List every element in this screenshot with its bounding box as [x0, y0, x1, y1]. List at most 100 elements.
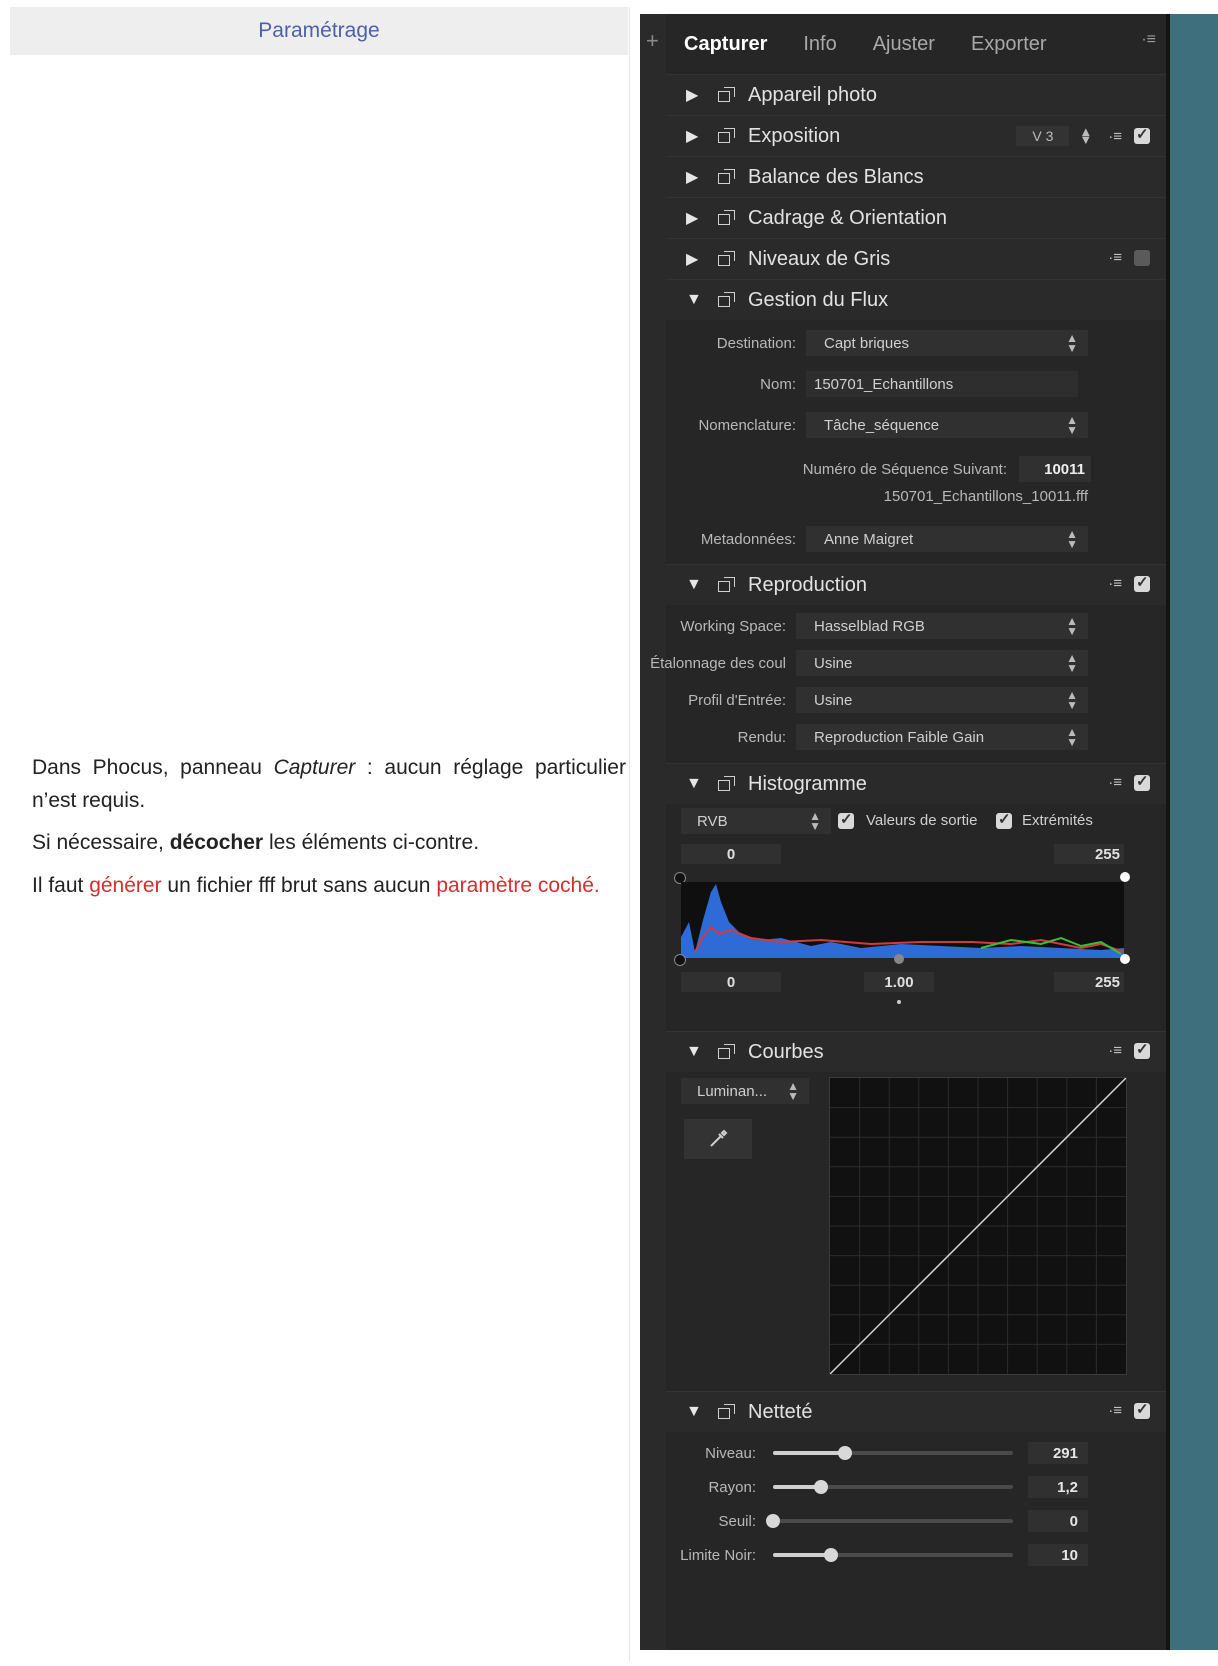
- limite-noir-slider[interactable]: [773, 1548, 1013, 1562]
- rayon-value-field[interactable]: 1,2: [1028, 1476, 1088, 1498]
- gamma-handle[interactable]: [894, 954, 904, 964]
- enable-checkbox[interactable]: [1134, 772, 1150, 791]
- tab-exporter[interactable]: Exporter: [953, 25, 1065, 64]
- section-header[interactable]: ▶ Niveaux de Gris ·≡: [666, 238, 1166, 279]
- section-header[interactable]: ▶ Balance des Blancs: [666, 156, 1166, 197]
- curve-channel-select[interactable]: Luminan... ▲ ▼: [681, 1078, 809, 1104]
- rayon-value: 1,2: [1057, 1478, 1078, 1496]
- section-header[interactable]: ▼ Gestion du Flux: [666, 279, 1166, 320]
- tab-capturer[interactable]: Capturer: [666, 24, 786, 64]
- gamma-field[interactable]: 1.00: [864, 972, 934, 992]
- preset-menu-icon[interactable]: ·≡: [1108, 128, 1122, 145]
- copy-settings-icon[interactable]: [718, 1404, 736, 1420]
- enable-checkbox[interactable]: [1134, 125, 1150, 144]
- etalonnage-select[interactable]: Usine ▲ ▼: [796, 650, 1088, 676]
- section-header[interactable]: ▼ Reproduction ·≡: [666, 564, 1166, 605]
- disclosure-down-icon[interactable]: ▼: [686, 1403, 702, 1421]
- limite-noir-value-field[interactable]: 10: [1028, 1544, 1088, 1566]
- preset-menu-icon[interactable]: ·≡: [1108, 774, 1122, 791]
- slider-knob[interactable]: [838, 1446, 852, 1460]
- preset-menu-icon[interactable]: ·≡: [1108, 575, 1122, 592]
- disclosure-right-icon[interactable]: ▶: [686, 85, 700, 105]
- valeurs-sortie-checkbox[interactable]: [838, 810, 854, 829]
- section-title: Niveaux de Gris: [748, 247, 891, 270]
- profil-entree-select[interactable]: Usine ▲ ▼: [796, 687, 1088, 713]
- white-point-handle[interactable]: [1120, 872, 1130, 882]
- version-selector[interactable]: V 3 ▲ ▼: [1016, 125, 1092, 146]
- niveau-label: Niveau:: [705, 1444, 756, 1462]
- enable-checkbox[interactable]: [1134, 573, 1150, 592]
- disclosure-down-icon[interactable]: ▼: [686, 291, 702, 309]
- disclosure-down-icon[interactable]: ▼: [686, 576, 702, 594]
- section-header[interactable]: ▼ Histogramme ·≡: [666, 763, 1166, 804]
- disclosure-right-icon[interactable]: ▶: [686, 126, 700, 146]
- section-body: RVB ▲▼ Valeurs de sortie Extrémités 0 25…: [666, 804, 1166, 1031]
- rayon-label: Rayon:: [708, 1478, 756, 1496]
- output-min-field[interactable]: 0: [681, 972, 781, 992]
- section-header[interactable]: ▶ Cadrage & Orientation: [666, 197, 1166, 238]
- disclosure-down-icon[interactable]: ▼: [686, 1043, 702, 1061]
- disclosure-right-icon[interactable]: ▶: [686, 249, 700, 269]
- nom-input[interactable]: 150701_Echantillons: [806, 371, 1078, 397]
- preset-menu-icon[interactable]: ·≡: [1108, 249, 1122, 266]
- section-header[interactable]: ▼ Netteté ·≡: [666, 1391, 1166, 1432]
- copy-settings-icon[interactable]: [718, 210, 736, 226]
- add-tab-icon[interactable]: +: [646, 28, 659, 54]
- nomenclature-select[interactable]: Tâche_séquence ▲ ▼: [806, 412, 1088, 438]
- curve-editor[interactable]: [829, 1077, 1127, 1375]
- copy-settings-icon[interactable]: [718, 776, 736, 792]
- slider-knob[interactable]: [823, 1548, 838, 1562]
- slider-knob[interactable]: [814, 1480, 828, 1494]
- input-min-field[interactable]: 0: [681, 844, 781, 864]
- seuil-row: Seuil: 0: [666, 1508, 1166, 1534]
- stepper-icon[interactable]: ▲ ▼: [1079, 125, 1092, 146]
- section-header[interactable]: ▶ Appareil photo: [666, 74, 1166, 115]
- section-header[interactable]: ▼ Courbes ·≡: [666, 1031, 1166, 1072]
- copy-settings-icon[interactable]: [718, 169, 736, 185]
- channel-select[interactable]: RVB ▲ ▼: [681, 808, 831, 834]
- enable-checkbox[interactable]: [1134, 249, 1150, 266]
- seuil-slider[interactable]: [766, 1514, 1013, 1528]
- enable-checkbox[interactable]: [1134, 1400, 1150, 1419]
- copy-settings-icon[interactable]: [718, 577, 736, 593]
- output-white-handle[interactable]: [1120, 954, 1130, 964]
- disclosure-right-icon[interactable]: ▶: [686, 208, 700, 228]
- tab-info[interactable]: Info: [785, 25, 854, 64]
- slider-knob[interactable]: [766, 1514, 780, 1528]
- niveau-slider[interactable]: [773, 1446, 1013, 1460]
- resize-grip[interactable]: [897, 1000, 901, 1004]
- copy-settings-icon[interactable]: [718, 292, 736, 308]
- tab-ajuster[interactable]: Ajuster: [855, 25, 953, 64]
- eyedropper-button[interactable]: [684, 1119, 752, 1159]
- working-space-select[interactable]: Hasselblad RGB ▲ ▼: [796, 613, 1088, 639]
- preset-menu-icon[interactable]: ·≡: [1108, 1042, 1122, 1059]
- metadonnees-select[interactable]: Anne Maigret ▲ ▼: [806, 526, 1088, 552]
- extremites-checkbox[interactable]: [996, 810, 1012, 829]
- tab-menu-icon[interactable]: ·≡: [1141, 31, 1156, 49]
- tab-bar: + Capturer Info Ajuster Exporter ·≡: [646, 14, 1166, 74]
- copy-settings-icon[interactable]: [718, 87, 736, 103]
- output-max-field[interactable]: 255: [1054, 972, 1124, 992]
- section-body: Working Space: Hasselblad RGB ▲ ▼ Étalonn…: [650, 605, 1166, 763]
- preset-menu-icon[interactable]: ·≡: [1108, 1402, 1122, 1419]
- section-reproduction: ▼ Reproduction ·≡ Working Space: Hasselb…: [650, 564, 1166, 763]
- disclosure-down-icon[interactable]: ▼: [686, 775, 702, 793]
- niveau-value-field[interactable]: 291: [1028, 1442, 1088, 1464]
- seuil-value-field[interactable]: 0: [1028, 1510, 1088, 1532]
- rayon-slider[interactable]: [773, 1480, 1013, 1494]
- input-max-field[interactable]: 255: [1054, 844, 1124, 864]
- channel-value: RVB: [697, 812, 728, 830]
- copy-settings-icon[interactable]: [718, 251, 736, 267]
- output-black-handle[interactable]: [674, 954, 686, 966]
- version-value[interactable]: V 3: [1016, 126, 1070, 146]
- copy-settings-icon[interactable]: [718, 128, 736, 144]
- section-header[interactable]: ▶ Exposition V 3 ▲ ▼ ·≡: [666, 115, 1166, 156]
- rendu-select[interactable]: Reproduction Faible Gain ▲ ▼: [796, 724, 1088, 750]
- destination-row: Destination: Capt briques ▲ ▼: [666, 330, 1156, 356]
- select-arrows-icon: ▲ ▼: [1066, 725, 1078, 749]
- destination-select[interactable]: Capt briques ▲ ▼: [806, 330, 1088, 356]
- copy-settings-icon[interactable]: [718, 1044, 736, 1060]
- enable-checkbox[interactable]: [1134, 1040, 1150, 1059]
- sequence-input[interactable]: 10011: [1019, 456, 1091, 482]
- disclosure-right-icon[interactable]: ▶: [686, 167, 700, 187]
